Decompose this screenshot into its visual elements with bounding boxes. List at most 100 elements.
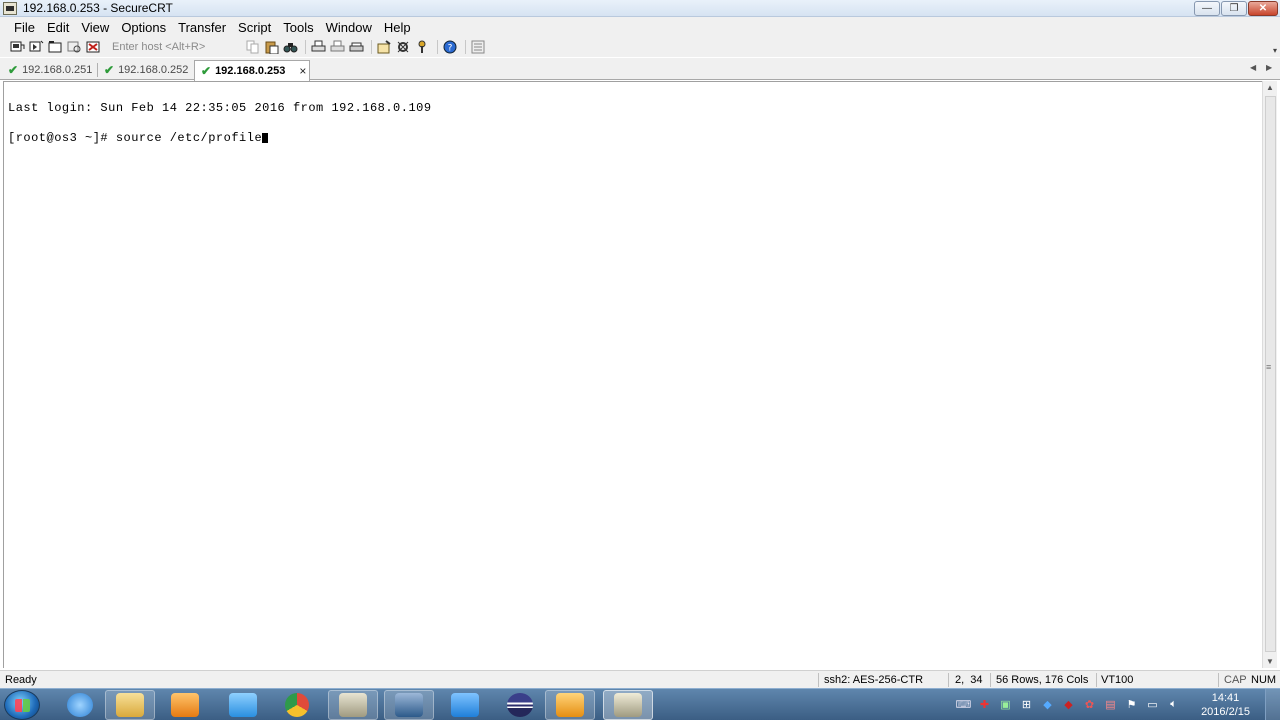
menu-bar: File Edit View Options Transfer Script T… [0, 17, 1280, 37]
baidu-cloud-icon [229, 693, 257, 717]
paste-icon[interactable] [263, 40, 279, 55]
taskbar-vpn[interactable] [384, 690, 434, 720]
taskbar-chrome[interactable] [272, 690, 322, 720]
antivirus-icon[interactable]: ◆ [1060, 696, 1077, 713]
window-title: 192.168.0.253 - SecureCRT [23, 1, 173, 15]
status-separator [1218, 673, 1219, 687]
disconnect-icon[interactable] [85, 40, 101, 55]
tab-session-251[interactable]: ✔ 192.168.0.251 [2, 60, 96, 80]
taskbar-media-player[interactable] [160, 690, 210, 720]
print-icon[interactable] [310, 40, 326, 55]
menu-script[interactable]: Script [232, 20, 277, 35]
securefx-icon [614, 693, 642, 717]
menu-edit[interactable]: Edit [41, 20, 75, 35]
vmware-icon [556, 693, 584, 717]
terminal-cursor [262, 133, 269, 143]
connect-icon[interactable] [9, 40, 25, 55]
minimize-button[interactable]: — [1194, 1, 1220, 16]
status-emulation: VT100 [1101, 674, 1134, 686]
network-app-icon[interactable]: ✚ [976, 696, 993, 713]
windows-icon[interactable]: ⊞ [1018, 696, 1035, 713]
reconnect-icon[interactable] [66, 40, 82, 55]
status-protocol: ssh2: AES-256-CTR [824, 674, 924, 686]
volume-icon[interactable]: 🔈︎ [1165, 696, 1182, 713]
taskbar-explorer[interactable] [105, 690, 155, 720]
scrollbar-grip-icon: ≡ [1266, 362, 1272, 372]
vertical-scrollbar[interactable]: ▲ ≡ ▼ [1262, 81, 1277, 668]
taskbar-securecrt[interactable] [328, 690, 378, 720]
tab-scroll-left-icon[interactable]: ◀ [1250, 63, 1256, 72]
terminal-area[interactable]: Last login: Sun Feb 14 22:35:05 2016 fro… [3, 81, 1262, 668]
quick-connect-input[interactable]: Enter host <Alt+R> [110, 39, 238, 55]
close-button[interactable]: ✕ [1248, 1, 1278, 16]
media-player-icon [171, 693, 199, 717]
toolbar-separator [305, 40, 306, 54]
session-tab-bar: ✔ 192.168.0.251 ✔ 192.168.0.252 ✔ 192.16… [0, 58, 1280, 81]
copy-icon[interactable] [244, 40, 260, 55]
eclipse-icon [507, 693, 533, 717]
global-options-icon[interactable] [395, 40, 411, 55]
status-terminal-size: 56 Rows, 176 Cols [996, 674, 1089, 686]
taskbar-ie[interactable] [55, 690, 105, 720]
menu-view[interactable]: View [75, 20, 115, 35]
print-selection-icon[interactable] [329, 40, 345, 55]
taskbar-feishu[interactable] [440, 690, 490, 720]
im-icon[interactable]: ▤ [1102, 696, 1119, 713]
taskbar-baidu-cloud[interactable] [218, 690, 268, 720]
menu-help[interactable]: Help [378, 20, 417, 35]
taskbar-eclipse[interactable] [495, 690, 545, 720]
securecrt-app-icon[interactable] [3, 1, 17, 15]
network-icon[interactable]: ▭ [1144, 696, 1161, 713]
start-button[interactable] [4, 690, 40, 720]
connect-tab-icon[interactable] [47, 40, 63, 55]
connected-check-icon: ✔ [104, 63, 115, 77]
toolbar-overflow-icon[interactable]: ▾ [1273, 46, 1277, 55]
connected-check-icon: ✔ [201, 64, 212, 78]
svg-text:?: ? [447, 44, 452, 54]
clock-date: 2016/2/15 [1201, 706, 1250, 718]
quick-connect-icon[interactable] [28, 40, 44, 55]
vpn-icon [395, 693, 423, 717]
status-ready: Ready [5, 674, 37, 686]
keymap-icon[interactable] [414, 40, 430, 55]
system-tray: ⌨ ✚ ▣ ⊞ ◆ ◆ ✿ ▤ ⚑ ▭ 🔈︎ [955, 696, 1182, 713]
menu-transfer[interactable]: Transfer [172, 20, 232, 35]
taskbar-vmware[interactable] [545, 690, 595, 720]
feishu-tray-icon[interactable]: ◆ [1039, 696, 1056, 713]
connected-check-icon: ✔ [8, 63, 19, 77]
menu-file[interactable]: File [8, 20, 41, 35]
taskbar-securefx[interactable] [603, 690, 653, 720]
security-icon[interactable]: ▣ [997, 696, 1014, 713]
toolbar-separator [465, 40, 466, 54]
system-clock[interactable]: 14:41 2016/2/15 [1201, 691, 1250, 719]
chrome-icon [285, 693, 309, 717]
action-center-icon[interactable]: ⚑ [1123, 696, 1140, 713]
title-bar[interactable]: 192.168.0.253 - SecureCRT — ❐ ✕ [0, 0, 1280, 17]
cloud-sync-icon[interactable]: ✿ [1081, 696, 1098, 713]
session-options-icon[interactable] [376, 40, 392, 55]
tab-session-252[interactable]: ✔ 192.168.0.252 [98, 60, 192, 80]
menu-window[interactable]: Window [320, 20, 378, 35]
status-caps-lock: CAP [1224, 674, 1247, 686]
sftp-icon[interactable] [470, 40, 486, 55]
tab-scroll-right-icon[interactable]: ▶ [1266, 63, 1272, 72]
tab-label: 192.168.0.253 [215, 65, 286, 77]
status-separator [990, 673, 991, 687]
menu-tools[interactable]: Tools [277, 20, 319, 35]
show-desktop-button[interactable] [1265, 689, 1280, 720]
scroll-up-icon[interactable]: ▲ [1266, 83, 1274, 92]
keyboard-icon[interactable]: ⌨ [955, 696, 972, 713]
tab-session-253[interactable]: ✔ 192.168.0.253 × [194, 60, 310, 81]
help-icon[interactable]: ? [442, 40, 458, 55]
find-icon[interactable] [282, 40, 298, 55]
toolbar-separator [437, 40, 438, 54]
scrollbar-thumb[interactable] [1265, 96, 1276, 652]
scroll-down-icon[interactable]: ▼ [1266, 657, 1274, 666]
tab-close-icon[interactable]: × [299, 64, 306, 78]
status-num-lock: NUM [1251, 674, 1277, 686]
restore-button[interactable]: ❐ [1221, 1, 1247, 16]
status-separator [948, 673, 949, 687]
menu-options[interactable]: Options [115, 20, 172, 35]
terminal-command: [root@os3 ~]# source /etc/profile [8, 131, 263, 145]
print-setup-icon[interactable] [348, 40, 364, 55]
